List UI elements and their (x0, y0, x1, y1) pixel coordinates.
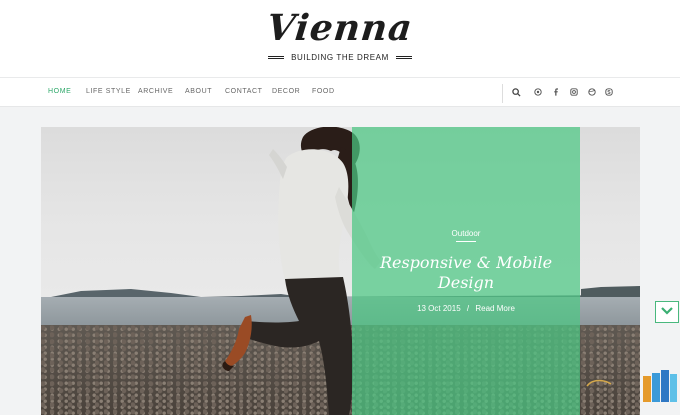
tagline-right-rule (395, 56, 412, 60)
tagline-text: BUILDING THE DREAM (291, 53, 389, 62)
nav-item-decor[interactable]: DECOR (272, 88, 300, 95)
post-category[interactable]: Outdoor (352, 229, 580, 238)
facebook-icon[interactable] (550, 86, 562, 98)
main-nav: HOME LIFE STYLE ARCHIVE ABOUT CONTACT DE… (0, 77, 680, 107)
category-underline (456, 241, 476, 242)
post-title[interactable]: Responsive & Mobile Design (352, 253, 580, 293)
chevron-down-icon (660, 303, 674, 321)
dribbble-icon[interactable] (586, 86, 598, 98)
nav-divider (502, 84, 503, 103)
nav-item-archive[interactable]: ARCHIVE (138, 88, 173, 95)
post-date: 13 Oct 2015 (417, 304, 461, 313)
skype-icon[interactable] (603, 86, 615, 98)
nav-item-food[interactable]: FOOD (312, 88, 335, 95)
logo-text[interactable]: Vienna (265, 6, 415, 50)
hero-slider[interactable]: Outdoor Responsive & Mobile Design 13 Oc… (41, 127, 640, 415)
site-header: Vienna BUILDING THE DREAM (0, 0, 680, 77)
site-logo[interactable]: Vienna (0, 6, 680, 50)
tagline-left-rule (268, 56, 285, 60)
tagline: BUILDING THE DREAM (0, 53, 680, 62)
nav-item-contact[interactable]: CONTACT (225, 88, 263, 95)
hero-caption-panel: Outdoor Responsive & Mobile Design 13 Oc… (352, 127, 580, 415)
meta-separator: / (466, 304, 470, 313)
instagram-icon[interactable] (532, 86, 544, 98)
nav-item-life-style[interactable]: LIFE STYLE (86, 88, 131, 95)
post-meta: 13 Oct 2015 / Read More (352, 304, 580, 313)
corner-badge-graphic (586, 370, 677, 402)
scroll-down-button[interactable] (655, 301, 679, 323)
nav-item-about[interactable]: ABOUT (185, 88, 212, 95)
read-more-link[interactable]: Read More (475, 304, 515, 313)
nav-item-home[interactable]: HOME (48, 88, 71, 95)
post-title-line-2[interactable]: Design (352, 273, 580, 293)
post-title-line-1[interactable]: Responsive & Mobile (352, 253, 580, 273)
camera-icon[interactable] (568, 86, 580, 98)
search-icon[interactable] (510, 86, 522, 98)
